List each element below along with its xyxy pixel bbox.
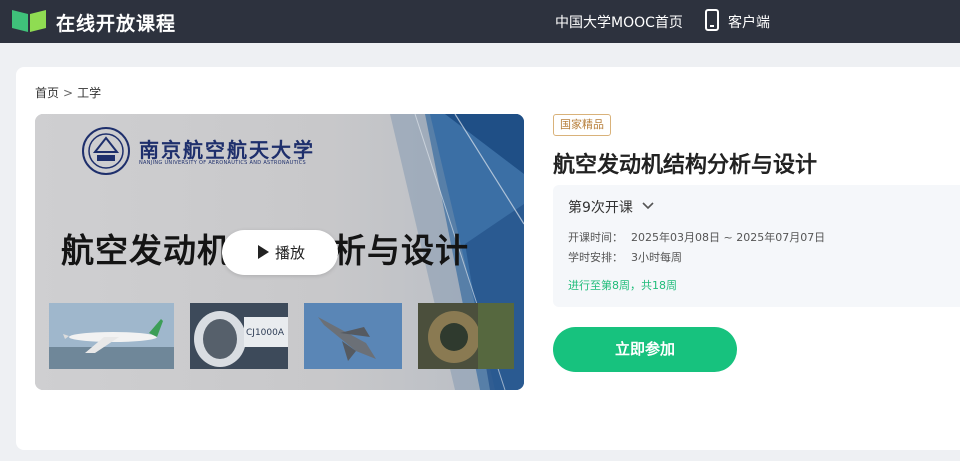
play-button[interactable]: 播放 — [222, 230, 338, 275]
course-time-value: 2025年03月08日 ~ 2025年07月07日 — [631, 231, 826, 244]
breadcrumb: 首页 > 工学 — [35, 84, 101, 101]
schedule-value: 3小时每周 — [631, 251, 682, 264]
breadcrumb-separator: > — [63, 86, 74, 100]
university-subtitle: NANJING UNIVERSITY OF AERONAUTICS AND AS… — [139, 160, 306, 166]
engine-test-thumbnail — [418, 303, 514, 369]
play-icon — [258, 245, 269, 259]
mobile-phone-icon[interactable] — [704, 9, 720, 31]
site-logo-text[interactable]: 在线开放课程 — [56, 9, 176, 36]
schedule-row: 学时安排： 3小时每周 — [568, 249, 682, 265]
svg-text:CJ1000A: CJ1000A — [246, 328, 285, 338]
university-name: 南京航空航天大学 — [139, 138, 315, 162]
breadcrumb-home[interactable]: 首页 — [35, 86, 59, 100]
course-time-row: 开课时间： 2025年03月08日 ~ 2025年07月07日 — [568, 229, 825, 245]
join-course-button[interactable]: 立即参加 — [553, 327, 737, 372]
course-time-label: 开课时间： — [568, 231, 623, 244]
course-title: 航空发动机结构分析与设计 — [553, 153, 818, 178]
course-progress-text: 进行至第8周，共18周 — [568, 279, 677, 292]
fighter-jet-thumbnail — [304, 303, 402, 369]
breadcrumb-category[interactable]: 工学 — [77, 86, 101, 100]
engine-thumbnail: CJ1000A — [190, 303, 288, 369]
course-video-preview[interactable]: 南京航空航天大学 NANJING UNIVERSITY OF AERONAUTI… — [35, 114, 524, 390]
schedule-label: 学时安排： — [568, 251, 623, 264]
chevron-down-icon[interactable] — [642, 201, 654, 210]
national-quality-badge: 国家精品 — [553, 114, 611, 136]
top-bar: 在线开放课程 中国大学MOOC首页 客户端 — [0, 0, 960, 43]
mooc-home-link[interactable]: 中国大学MOOC首页 — [555, 12, 683, 32]
university-emblem-icon — [82, 127, 130, 175]
airliner-thumbnail — [49, 303, 174, 369]
client-download-link[interactable]: 客户端 — [728, 12, 770, 32]
term-dropdown[interactable]: 第9次开课 — [568, 197, 633, 217]
play-label: 播放 — [275, 244, 306, 262]
open-book-icon[interactable] — [12, 8, 46, 32]
